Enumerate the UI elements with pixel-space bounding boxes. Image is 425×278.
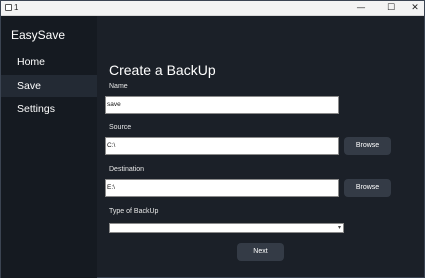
app-name: EasySave <box>11 28 66 42</box>
destination-browse-button[interactable]: Browse <box>344 179 391 197</box>
source-label: Source <box>109 124 132 131</box>
window-title: 1 <box>14 3 19 12</box>
source-field[interactable]: C:\ <box>105 137 339 155</box>
app-window: 1 — ☐ ✕ EasySave Home Save Settings Crea… <box>0 0 425 278</box>
source-browse-button[interactable]: Browse <box>344 137 391 155</box>
backup-type-select[interactable]: ▾ <box>109 223 344 233</box>
backup-type-label: Type of BackUp <box>109 208 159 215</box>
minimize-button[interactable]: — <box>349 1 373 15</box>
destination-label: Destination <box>109 166 145 173</box>
title-bar: 1 — ☐ ✕ <box>1 1 424 16</box>
name-field[interactable]: save <box>105 96 339 114</box>
sidebar: EasySave Home Save Settings <box>1 16 97 278</box>
sidebar-item-settings[interactable]: Settings <box>1 98 97 120</box>
app-icon <box>5 4 12 11</box>
page-title: Create a BackUp <box>109 62 216 78</box>
close-button[interactable]: ✕ <box>403 1 425 15</box>
name-label: Name <box>109 83 128 90</box>
destination-field[interactable]: E:\ <box>105 179 339 197</box>
chevron-down-icon: ▾ <box>337 224 341 231</box>
next-button[interactable]: Next <box>237 243 284 261</box>
main-content: Create a BackUp Name save Source C:\ Bro… <box>97 16 424 277</box>
sidebar-item-save[interactable]: Save <box>1 75 97 97</box>
sidebar-item-home[interactable]: Home <box>1 51 97 73</box>
maximize-button[interactable]: ☐ <box>379 1 403 15</box>
